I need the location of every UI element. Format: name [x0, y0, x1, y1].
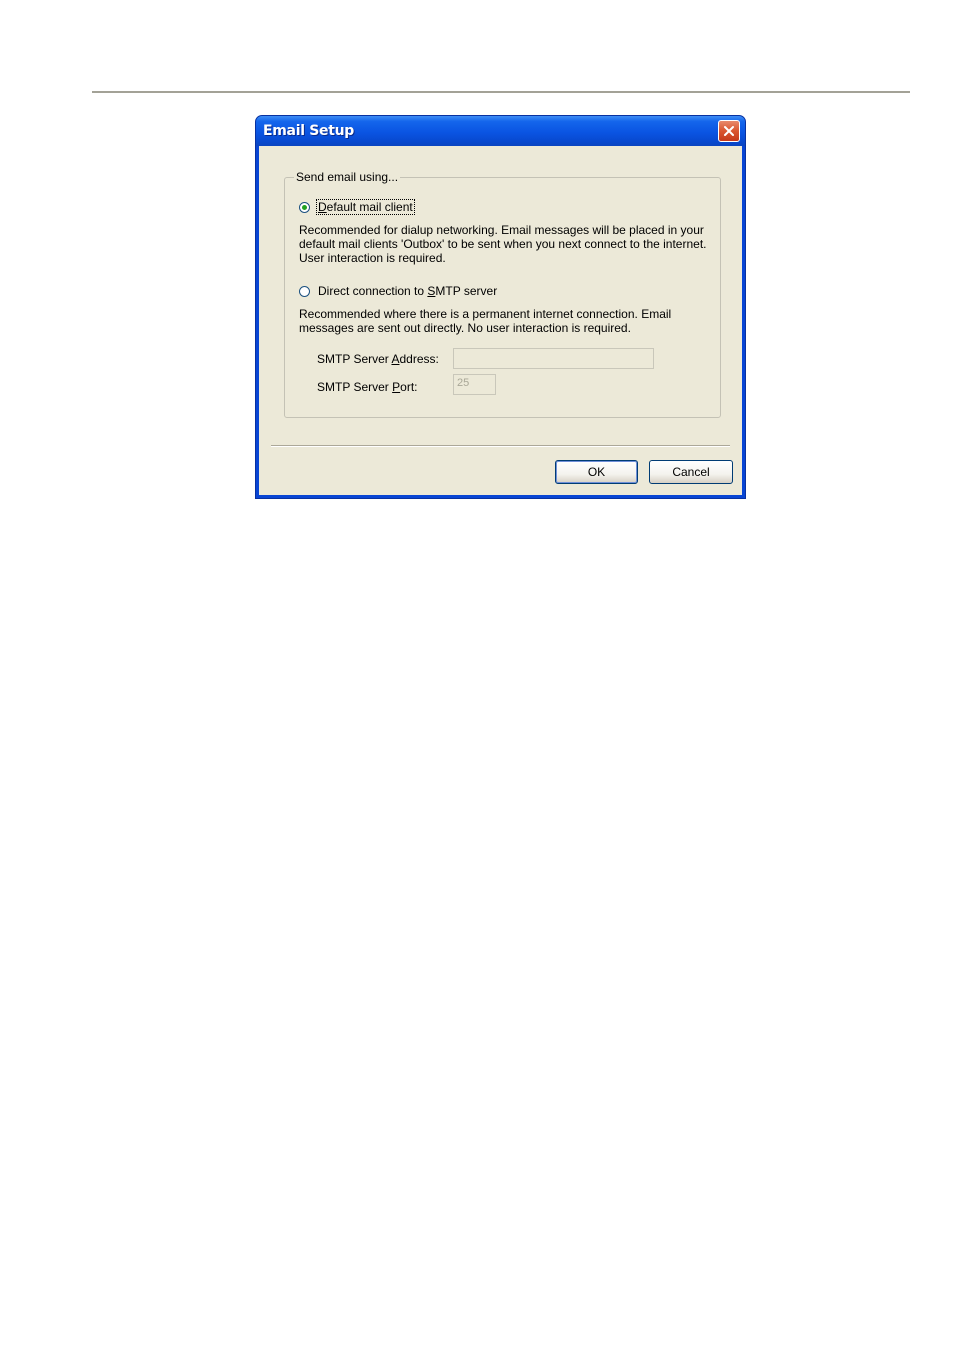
button-separator	[271, 445, 730, 447]
smtp-address-input[interactable]	[453, 348, 654, 369]
smtp-port-input[interactable]: 25	[453, 374, 496, 395]
group-label: Send email using...	[294, 170, 401, 184]
close-button[interactable]	[718, 120, 740, 142]
radio-button-unchecked[interactable]	[299, 285, 310, 297]
radio-button-checked[interactable]	[299, 201, 310, 213]
smtp-address-label: SMTP Server Address:	[317, 352, 439, 366]
smtp-description: Recommended where there is a permanent i…	[299, 307, 672, 335]
email-setup-dialog: Email Setup Send email using... Default …	[255, 115, 746, 499]
dialog-title: Email Setup	[263, 123, 355, 139]
dialog-client-area: Send email using... Default mail client …	[259, 146, 742, 495]
close-icon	[724, 126, 734, 136]
page-divider	[92, 91, 910, 93]
radio-label-smtp[interactable]: Direct connection to SMTP server	[317, 284, 498, 298]
smtp-port-label: SMTP Server Port:	[317, 380, 418, 394]
cancel-button[interactable]: Cancel	[649, 460, 733, 484]
title-bar[interactable]: Email Setup	[256, 116, 745, 146]
ok-button[interactable]: OK	[555, 460, 638, 484]
radio-default-mail-client[interactable]: Default mail client	[299, 199, 415, 215]
radio-direct-smtp[interactable]: Direct connection to SMTP server	[299, 284, 498, 298]
radio-label-default[interactable]: Default mail client	[316, 199, 415, 215]
default-client-description: Recommended for dialup networking. Email…	[299, 223, 707, 265]
